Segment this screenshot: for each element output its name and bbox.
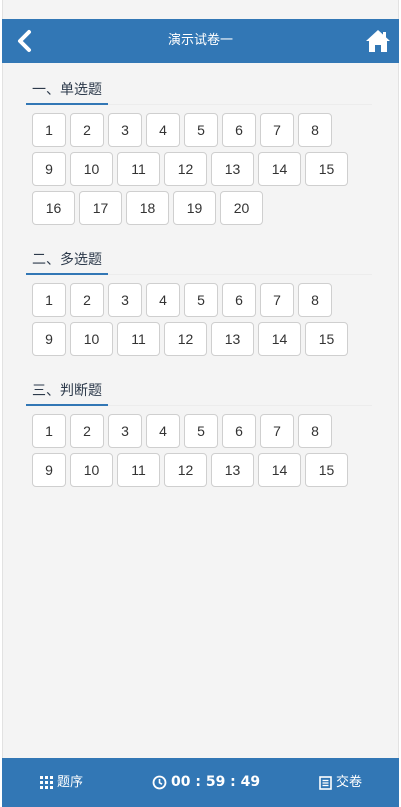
timer-text: 00 : 59 : 49 (171, 774, 261, 790)
question-button[interactable]: 13 (211, 453, 254, 487)
question-button[interactable]: 5 (184, 113, 218, 147)
page-title: 演示试卷一 (167, 33, 233, 48)
question-button[interactable]: 13 (211, 152, 254, 186)
question-button[interactable]: 2 (70, 113, 104, 147)
question-button[interactable]: 9 (32, 152, 66, 186)
home-button[interactable] (365, 28, 391, 54)
question-button[interactable]: 8 (298, 414, 332, 448)
top-bar: 演示试卷一 (2, 19, 399, 63)
question-button[interactable]: 4 (146, 414, 180, 448)
question-button[interactable]: 19 (173, 191, 216, 225)
question-button[interactable]: 3 (108, 283, 142, 317)
question-button[interactable]: 12 (164, 453, 207, 487)
question-button[interactable]: 4 (146, 113, 180, 147)
question-button[interactable]: 1 (32, 283, 66, 317)
question-button[interactable]: 16 (32, 191, 75, 225)
section-title: 一、单选题 (26, 77, 108, 105)
question-button[interactable]: 13 (211, 322, 254, 356)
question-order-label: 题序 (57, 775, 84, 790)
question-button[interactable]: 15 (305, 152, 348, 186)
section-multiple-choice: 二、多选题 1 2 3 4 5 6 7 8 9 10 11 12 13 14 1… (26, 247, 372, 361)
question-button[interactable]: 14 (258, 152, 301, 186)
question-button[interactable]: 6 (222, 414, 256, 448)
question-button[interactable]: 1 (32, 113, 66, 147)
question-button[interactable]: 3 (108, 113, 142, 147)
clock-icon (152, 775, 167, 790)
question-button[interactable]: 2 (70, 283, 104, 317)
question-grid: 1 2 3 4 5 6 7 8 9 10 11 12 13 14 15 16 1… (26, 105, 372, 225)
question-button[interactable]: 14 (258, 453, 301, 487)
question-button[interactable]: 12 (164, 322, 207, 356)
question-button[interactable]: 10 (70, 152, 113, 186)
question-button[interactable]: 7 (260, 414, 294, 448)
section-true-false: 三、判断题 1 2 3 4 5 6 7 8 9 10 11 12 13 14 1… (26, 378, 372, 492)
bottom-bar: 题序 00 : 59 : 49 交卷 (2, 758, 399, 807)
question-button[interactable]: 1 (32, 414, 66, 448)
question-button[interactable]: 11 (117, 453, 160, 487)
question-button[interactable]: 7 (260, 113, 294, 147)
question-grid: 1 2 3 4 5 6 7 8 9 10 11 12 13 14 15 (26, 275, 372, 356)
question-button[interactable]: 8 (298, 113, 332, 147)
question-button[interactable]: 3 (108, 414, 142, 448)
section-title: 三、判断题 (26, 378, 108, 406)
question-button[interactable]: 9 (32, 322, 66, 356)
question-button[interactable]: 5 (184, 414, 218, 448)
question-button[interactable]: 6 (222, 113, 256, 147)
question-button[interactable]: 14 (258, 322, 301, 356)
question-button[interactable]: 20 (220, 191, 263, 225)
question-button[interactable]: 17 (79, 191, 122, 225)
submit-label: 交卷 (336, 775, 363, 790)
question-button[interactable]: 7 (260, 283, 294, 317)
section-single-choice: 一、单选题 1 2 3 4 5 6 7 8 9 10 11 12 13 14 1… (26, 77, 372, 230)
question-button[interactable]: 18 (126, 191, 169, 225)
question-button[interactable]: 10 (70, 453, 113, 487)
question-button[interactable]: 4 (146, 283, 180, 317)
question-button[interactable]: 5 (184, 283, 218, 317)
section-header: 三、判断题 (26, 378, 372, 406)
submit-button[interactable]: 交卷 (319, 758, 362, 807)
question-button[interactable]: 11 (117, 322, 160, 356)
home-icon (366, 30, 390, 52)
question-button[interactable]: 2 (70, 414, 104, 448)
question-button[interactable]: 15 (305, 453, 348, 487)
timer: 00 : 59 : 49 (152, 758, 260, 807)
question-button[interactable]: 6 (222, 283, 256, 317)
section-header: 二、多选题 (26, 247, 372, 275)
question-button[interactable]: 8 (298, 283, 332, 317)
question-button[interactable]: 10 (70, 322, 113, 356)
question-button[interactable]: 12 (164, 152, 207, 186)
document-icon (319, 775, 332, 790)
question-grid: 1 2 3 4 5 6 7 8 9 10 11 12 13 14 15 (26, 406, 372, 487)
question-order-button[interactable]: 题序 (40, 758, 83, 807)
section-header: 一、单选题 (26, 77, 372, 105)
grid-icon (40, 776, 53, 789)
question-button[interactable]: 15 (305, 322, 348, 356)
section-title: 二、多选题 (26, 247, 108, 275)
question-button[interactable]: 11 (117, 152, 160, 186)
question-button[interactable]: 9 (32, 453, 66, 487)
